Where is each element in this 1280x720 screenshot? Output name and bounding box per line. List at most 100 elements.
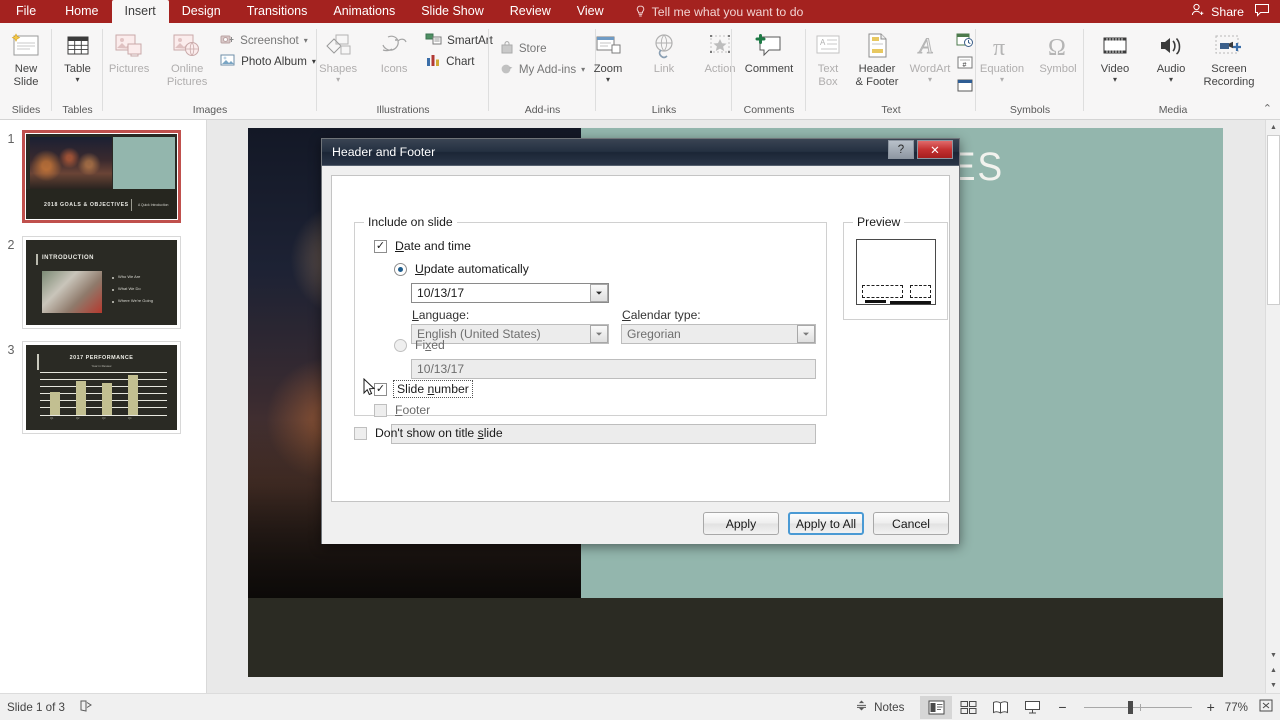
dont-show-on-title-slide-row[interactable]: Don't show on title slide	[354, 426, 503, 440]
reading-view-button[interactable]	[984, 696, 1016, 719]
slideshow-button[interactable]	[1016, 696, 1048, 719]
apply-button[interactable]: Apply	[703, 512, 779, 535]
vertical-scrollbar[interactable]: ▲ ▼ ▲ ▼	[1265, 120, 1280, 693]
zoom-slider-handle[interactable]	[1127, 700, 1133, 714]
zoom-in-button[interactable]: +	[1207, 699, 1215, 715]
fixed-date-input[interactable]: 10/13/17	[411, 359, 816, 379]
share-button[interactable]: Share	[1191, 3, 1244, 20]
chevron-down-icon[interactable]: ▾	[1113, 75, 1117, 83]
object-icon[interactable]	[956, 78, 974, 99]
normal-view-button[interactable]	[920, 695, 953, 719]
dont-show-on-title-slide-checkbox[interactable]	[354, 426, 367, 440]
tab-view[interactable]: View	[564, 0, 617, 23]
comment-button[interactable]: Comment	[734, 27, 804, 76]
slide-thumbnail-2-frame[interactable]: INTRODUCTION Who We Are What We Do Where…	[22, 236, 181, 329]
symbol-button[interactable]: Ω Symbol	[1031, 27, 1085, 76]
calendar-type-combo[interactable]: Gregorian	[621, 324, 816, 344]
collapse-ribbon-button[interactable]: ⌃	[1263, 102, 1272, 115]
icons-button[interactable]: Icons	[367, 27, 421, 76]
smartart-button[interactable]: SmartArt	[423, 30, 495, 51]
chevron-down-icon[interactable]: ▾	[336, 75, 340, 83]
tab-animations[interactable]: Animations	[320, 0, 408, 23]
tab-insert[interactable]: Insert	[111, 0, 169, 23]
link-button[interactable]: Link	[637, 27, 691, 76]
screen-recording-button[interactable]: Screen Recording	[1200, 27, 1258, 88]
dialog-title-bar[interactable]: Header and Footer ? ✕	[322, 139, 959, 166]
header-and-footer-dialog[interactable]: Header and Footer ? ✕ Slide Notes and Ha…	[321, 138, 960, 544]
apply-to-all-button[interactable]: Apply to All	[788, 512, 864, 535]
tab-design[interactable]: Design	[169, 0, 234, 23]
previous-slide-button[interactable]: ▲	[1266, 663, 1280, 678]
table-button[interactable]: Table ▾	[51, 27, 105, 83]
scrollbar-thumb[interactable]	[1267, 135, 1280, 305]
fixed-radio-row[interactable]: Fixed	[394, 338, 445, 352]
chevron-down-icon[interactable]: ▾	[75, 75, 79, 83]
slide-number-checkbox-row[interactable]: ✓ Slide number	[374, 380, 473, 398]
link-icon	[649, 29, 679, 63]
fit-slide-to-window-button[interactable]	[1258, 698, 1274, 716]
screenshot-button[interactable]: Screenshot ▾	[218, 30, 318, 51]
slide-sorter-button[interactable]	[952, 696, 984, 719]
chevron-down-icon[interactable]: ▾	[1169, 75, 1173, 83]
chevron-down-icon[interactable]	[590, 325, 608, 343]
chevron-down-icon[interactable]: ▾	[928, 75, 932, 83]
date-and-time-checkbox[interactable]: ✓	[374, 239, 387, 253]
video-button[interactable]: Video ▾	[1088, 27, 1142, 83]
my-addins-button[interactable]: My Add-ins ▾	[498, 59, 587, 80]
footer-checkbox-row[interactable]: Footer	[374, 403, 430, 417]
chart-button[interactable]: Chart	[423, 51, 495, 72]
slide-thumbnail-2[interactable]: 2 INTRODUCTION Who We Are What We Do Whe…	[0, 236, 181, 329]
fixed-radio[interactable]	[394, 338, 407, 352]
dialog-close-button[interactable]: ✕	[917, 140, 953, 159]
tab-home[interactable]: Home	[52, 0, 111, 23]
footer-checkbox[interactable]	[374, 403, 387, 417]
next-slide-button[interactable]: ▼	[1266, 678, 1280, 693]
online-pictures-button[interactable]: Online Pictures	[160, 27, 214, 88]
zoom-level-label[interactable]: 77%	[1225, 701, 1248, 714]
chevron-down-icon[interactable]	[590, 284, 608, 302]
slide-thumbnail-3-frame[interactable]: 2017 PERFORMANCE Year in Review Q1 Q2 Q3…	[22, 341, 181, 434]
chevron-down-icon[interactable]: ▾	[304, 37, 308, 45]
date-time-icon[interactable]	[956, 32, 974, 53]
date-format-combo[interactable]: 10/13/17	[411, 283, 609, 303]
notes-button[interactable]: Notes	[855, 699, 904, 715]
update-automatically-radio[interactable]	[394, 262, 407, 276]
shapes-button[interactable]: Shapes ▾	[311, 27, 365, 83]
zoom-button[interactable]: Zoom ▾	[581, 27, 635, 83]
wordart-button[interactable]: A WordArt ▾	[906, 27, 954, 84]
slides-thumbnail-panel[interactable]: 1 2018 GOALS & OBJECTIVES A Quick Introd…	[0, 120, 207, 693]
chevron-down-icon[interactable]: ▾	[1000, 75, 1004, 83]
accessibility-check-icon[interactable]	[79, 699, 93, 716]
header-footer-label-1: Header	[858, 63, 896, 75]
tab-review[interactable]: Review	[497, 0, 564, 23]
tell-me-box[interactable]: Tell me what you want to do	[635, 0, 803, 23]
chevron-down-icon[interactable]: ▾	[606, 75, 610, 83]
comments-balloon-icon[interactable]	[1254, 3, 1270, 20]
tab-slide-show[interactable]: Slide Show	[408, 0, 497, 23]
cancel-button[interactable]: Cancel	[873, 512, 949, 535]
store-button[interactable]: Store	[498, 38, 587, 59]
notes-icon	[855, 699, 868, 715]
zoom-slider[interactable]	[1083, 700, 1192, 714]
chevron-down-icon[interactable]	[797, 325, 815, 343]
slide-number-icon[interactable]: #	[956, 55, 974, 76]
tab-transitions[interactable]: Transitions	[234, 0, 321, 23]
zoom-out-button[interactable]: −	[1058, 699, 1066, 715]
audio-button[interactable]: Audio ▾	[1144, 27, 1198, 83]
tab-file[interactable]: File	[0, 0, 53, 23]
update-automatically-radio-row[interactable]: Update automatically	[394, 262, 529, 276]
slide-thumbnail-1-frame[interactable]: 2018 GOALS & OBJECTIVES A Quick Introduc…	[22, 130, 181, 223]
slide-thumbnail-1[interactable]: 1 2018 GOALS & OBJECTIVES A Quick Introd…	[0, 130, 181, 223]
new-slide-button[interactable]: New Slide	[0, 27, 53, 88]
pictures-button[interactable]: Pictures	[102, 27, 156, 76]
equation-button[interactable]: π Equation ▾	[975, 27, 1029, 83]
slide-thumbnail-3[interactable]: 3 2017 PERFORMANCE Year in Review Q1 Q2 …	[0, 341, 181, 434]
scroll-up-button[interactable]: ▲	[1266, 120, 1280, 135]
header-footer-button[interactable]: Header & Footer	[850, 27, 904, 88]
scroll-down-button[interactable]: ▼	[1266, 648, 1280, 663]
date-and-time-checkbox-row[interactable]: ✓ Date and time	[374, 239, 471, 253]
photo-album-button[interactable]: Photo Album ▾	[218, 51, 318, 72]
dialog-help-button[interactable]: ?	[888, 140, 914, 159]
text-box-button[interactable]: A Text Box	[808, 27, 848, 88]
slide-counter[interactable]: Slide 1 of 3	[7, 701, 65, 714]
